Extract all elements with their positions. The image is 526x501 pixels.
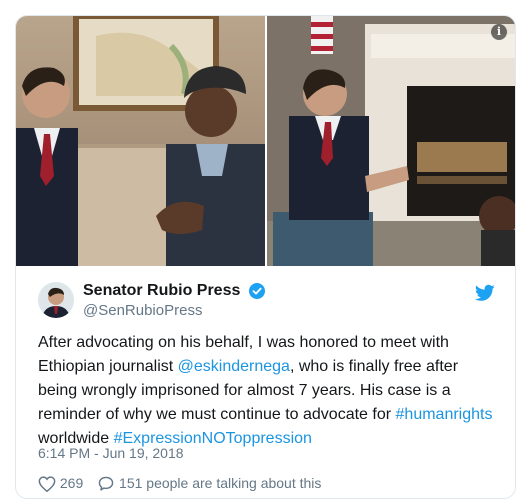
hashtag-link[interactable]: #humanrights <box>396 406 493 423</box>
author-names: Senator Rubio Press @SenRubioPress <box>83 282 265 319</box>
mention-link[interactable]: @eskindernega <box>178 358 290 375</box>
info-icon[interactable]: i <box>491 24 507 40</box>
display-name[interactable]: Senator Rubio Press <box>83 282 240 300</box>
like-count: 269 <box>59 474 84 491</box>
twitter-bird-icon[interactable] <box>474 284 495 302</box>
heart-icon <box>38 476 56 493</box>
tweet-media[interactable]: i <box>16 16 515 266</box>
photo-meeting-by-fireplace[interactable] <box>267 16 515 266</box>
avatar[interactable] <box>38 282 74 318</box>
tweet-actions: 269 151 people are talking about this <box>38 474 321 493</box>
tweet-timestamp[interactable]: 6:14 PM - Jun 19, 2018 <box>38 445 184 461</box>
verified-badge-icon <box>248 283 265 299</box>
like-button[interactable]: 269 <box>38 474 84 493</box>
reply-talking-button[interactable]: 151 people are talking about this <box>97 475 321 492</box>
embedded-tweet-card[interactable]: i Senator Rubio Press @SenRubioPress Aft… <box>15 15 516 499</box>
tweet-header: Senator Rubio Press @SenRubioPress <box>38 282 495 322</box>
talking-count: 151 people are talking about this <box>119 474 322 491</box>
tweet-text: After advocating on his behalf, I was ho… <box>38 331 498 451</box>
handle[interactable]: @SenRubioPress <box>83 302 265 319</box>
reply-bubble-icon <box>98 476 114 491</box>
photo-rubio-with-journalist[interactable] <box>16 16 265 266</box>
